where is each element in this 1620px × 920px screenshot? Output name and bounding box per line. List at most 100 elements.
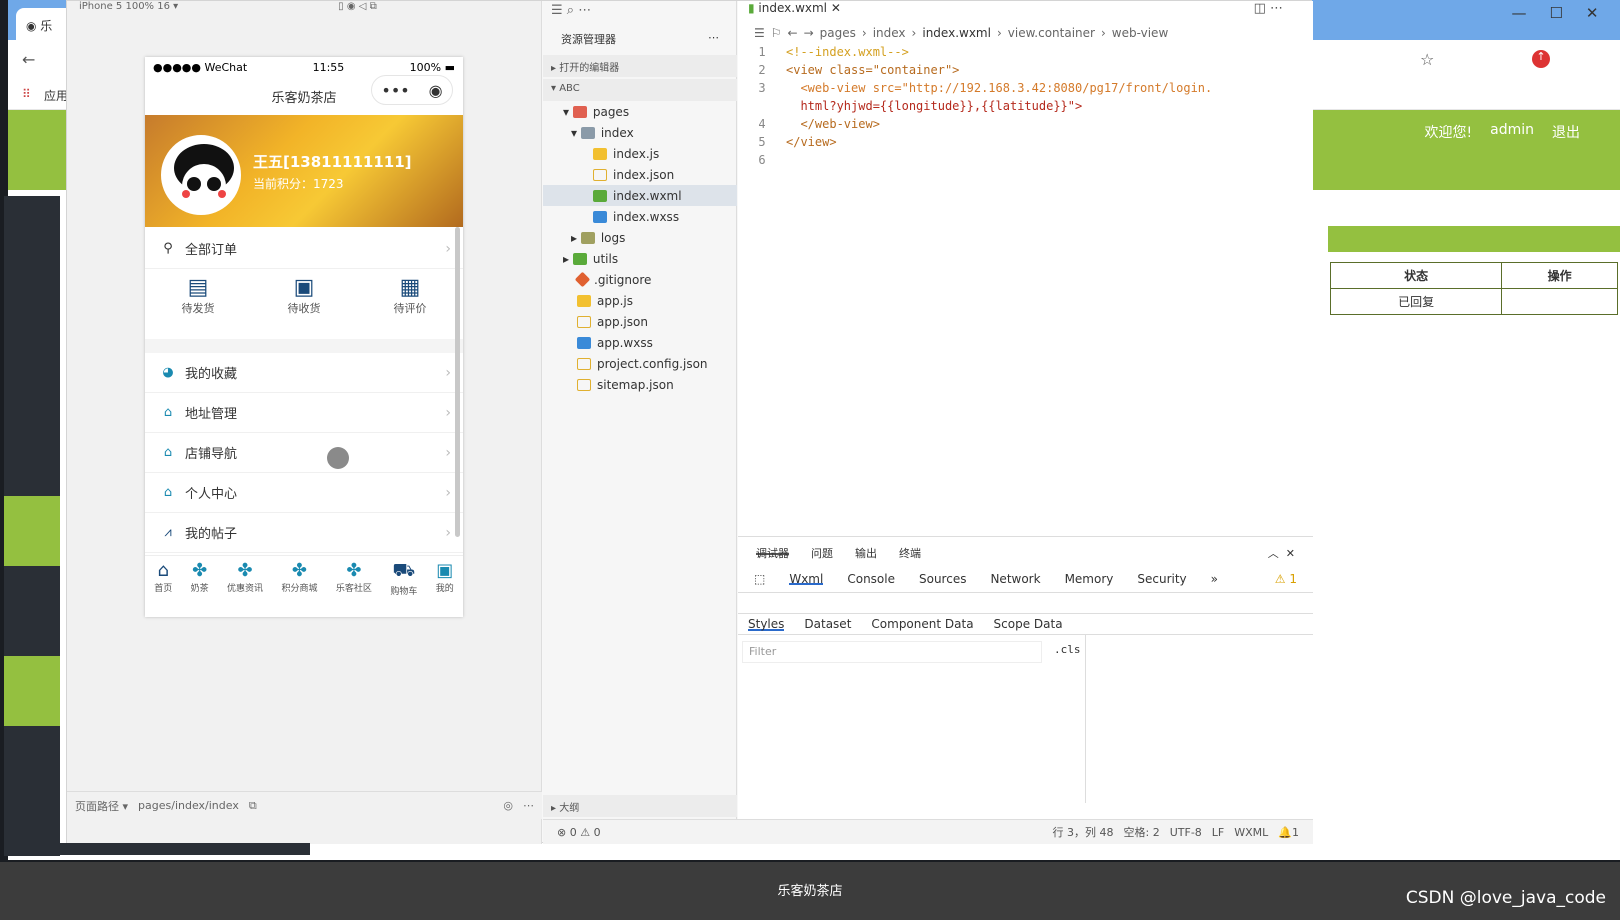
line-ending[interactable]: LF xyxy=(1212,826,1224,839)
tree-pages[interactable]: ▾ pages xyxy=(543,101,737,122)
close-target-icon[interactable]: ◉ xyxy=(429,81,443,100)
tree-sitemap[interactable]: sitemap.json xyxy=(543,374,737,395)
tree-index-wxml[interactable]: index.wxml xyxy=(543,185,737,206)
cls-toggle[interactable]: .cls xyxy=(1054,643,1081,656)
more-tabs-icon[interactable]: » xyxy=(1211,572,1218,586)
order-pending-receive[interactable]: ▣ 待收货 xyxy=(264,275,344,335)
all-orders-row[interactable]: ⚲ 全部订单 › xyxy=(145,229,463,269)
tab-community[interactable]: ✤ 乐客社区 xyxy=(336,560,372,617)
tab-debugger[interactable]: 调试器 xyxy=(756,545,789,560)
eye-icon[interactable]: ◎ xyxy=(503,799,513,812)
logout-link[interactable]: 退出 xyxy=(1552,122,1580,142)
more-icon[interactable]: ••• xyxy=(381,81,409,100)
menu-profile[interactable]: ⌂ 个人中心 › xyxy=(145,473,463,513)
editor-tab[interactable]: ▮ index.wxml ✕ xyxy=(738,1,858,19)
crumb[interactable]: web-view xyxy=(1112,26,1168,40)
code-line[interactable]: 2 <view class="container"> xyxy=(738,63,1313,81)
tree-project-config[interactable]: project.config.json xyxy=(543,353,737,374)
tree-app-json[interactable]: app.json xyxy=(543,311,737,332)
code-line[interactable]: html?yhjwd={{longitude}},{{latitude}}"> xyxy=(738,99,1313,117)
warning-badge[interactable]: ⚠ 1 xyxy=(1275,572,1297,586)
code-line[interactable]: 3 <web-view src="http://192.168.3.42:808… xyxy=(738,81,1313,99)
split-editor-icon[interactable]: ◫ ⋯ xyxy=(1254,1,1283,16)
bookmark-icon[interactable]: ⚐ xyxy=(771,26,782,40)
language-mode[interactable]: WXML xyxy=(1234,826,1268,839)
styles-filter-input[interactable]: Filter xyxy=(742,641,1042,663)
tab-dataset[interactable]: Dataset xyxy=(804,617,851,631)
tab-points-mall[interactable]: ✤ 积分商城 xyxy=(281,560,317,617)
menu-favorites[interactable]: ◕ 我的收藏 › xyxy=(145,353,463,393)
copy-icon[interactable]: ⧉ xyxy=(249,799,257,813)
order-pending-review[interactable]: ▦ 待评价 xyxy=(370,275,450,335)
project-section[interactable]: ▾ ABC xyxy=(543,79,737,101)
device-select[interactable]: iPhone 5 100% 16 ▾ xyxy=(79,1,178,15)
menu-posts[interactable]: ⩘ 我的帖子 › xyxy=(145,513,463,553)
page-path-label[interactable]: 页面路径 ▾ xyxy=(75,798,128,814)
crumb[interactable]: index xyxy=(873,26,906,40)
crumb[interactable]: view.container xyxy=(1008,26,1095,40)
encoding[interactable]: UTF-8 xyxy=(1170,826,1202,839)
menu-store-nav[interactable]: ⌂ 店铺导航 › xyxy=(145,433,463,473)
tab-deals[interactable]: ✤ 优惠资讯 xyxy=(227,560,263,617)
bookmark-apps[interactable]: 应用 xyxy=(44,87,68,104)
close-icon[interactable]: ✕ xyxy=(1586,4,1599,32)
more-icon[interactable]: ⋯ xyxy=(708,31,719,45)
code-line[interactable]: 5 </view> xyxy=(738,135,1313,153)
tree-app-wxss[interactable]: app.wxss xyxy=(543,332,737,353)
update-icon[interactable]: ↑ xyxy=(1532,50,1550,68)
tab-memory[interactable]: Memory xyxy=(1065,572,1114,586)
explorer-toolbar[interactable]: ☰ ⌕ ⋯ xyxy=(551,3,591,18)
tab-cart[interactable]: ⛟ 购物车 xyxy=(390,560,417,617)
tree-index-json[interactable]: index.json xyxy=(543,164,737,185)
back-icon[interactable]: ← xyxy=(22,50,35,69)
collapse-icon[interactable]: ︿ ✕ xyxy=(1268,545,1295,560)
open-editors-section[interactable]: ▸ 打开的编辑器 xyxy=(543,55,737,77)
back-icon[interactable]: ← xyxy=(788,26,798,40)
tree-utils[interactable]: ▸ utils xyxy=(543,248,737,269)
apps-grid-icon[interactable]: ⠿ xyxy=(22,87,31,101)
tab-console[interactable]: Console xyxy=(847,572,895,586)
tab-component-data[interactable]: Component Data xyxy=(871,617,973,631)
crumb[interactable]: index.wxml xyxy=(922,26,991,40)
menu-address[interactable]: ⌂ 地址管理 › xyxy=(145,393,463,433)
tab-scope-data[interactable]: Scope Data xyxy=(994,617,1063,631)
tree-logs[interactable]: ▸ logs xyxy=(543,227,737,248)
scrollbar[interactable] xyxy=(455,227,460,537)
code-line[interactable]: 6 xyxy=(738,153,1313,171)
toolbar-icons[interactable]: ▯ ◉ ◁ ⧉ xyxy=(338,1,377,15)
indent-setting[interactable]: 空格: 2 xyxy=(1124,824,1160,840)
tab-network[interactable]: Network xyxy=(990,572,1040,586)
bell-icon[interactable]: 🔔1 xyxy=(1278,826,1299,839)
tab-terminal[interactable]: 终端 xyxy=(899,545,921,560)
code-line[interactable]: 1 <!--index.wxml--> xyxy=(738,45,1313,63)
avatar[interactable] xyxy=(161,135,241,215)
tab-home[interactable]: ⌂ 首页 xyxy=(154,560,172,617)
cursor-position[interactable]: 行 3，列 48 xyxy=(1053,824,1114,840)
tab-wxml[interactable]: Wxml xyxy=(789,572,824,586)
tree-index-wxss[interactable]: index.wxss xyxy=(543,206,737,227)
tab-milktea[interactable]: ✤ 奶茶 xyxy=(191,560,209,617)
minimize-icon[interactable]: — xyxy=(1511,4,1526,32)
list-icon[interactable]: ☰ xyxy=(754,26,765,40)
tab-mine[interactable]: ▣ 我的 xyxy=(436,560,454,617)
close-icon[interactable]: ✕ xyxy=(831,1,841,15)
tree-gitignore[interactable]: .gitignore xyxy=(543,269,737,290)
star-icon[interactable]: ☆ xyxy=(1420,50,1434,69)
tab-security[interactable]: Security xyxy=(1137,572,1186,586)
tree-index-js[interactable]: index.js xyxy=(543,143,737,164)
inspect-icon[interactable]: ⬚ xyxy=(754,572,765,586)
order-pending-ship[interactable]: ▤ 待发货 xyxy=(158,275,238,335)
maximize-icon[interactable]: ☐ xyxy=(1549,4,1562,32)
code-line[interactable]: 4 </web-view> xyxy=(738,117,1313,135)
crumb[interactable]: pages xyxy=(820,26,856,40)
more-icon[interactable]: ⋯ xyxy=(523,799,534,812)
forward-icon[interactable]: → xyxy=(804,26,814,40)
outline-section[interactable]: ▸ 大纲 xyxy=(543,795,737,817)
tab-output[interactable]: 输出 xyxy=(855,545,877,560)
tree-app-js[interactable]: app.js xyxy=(543,290,737,311)
tab-styles[interactable]: Styles xyxy=(748,617,785,631)
username-link[interactable]: admin xyxy=(1490,122,1534,142)
tab-sources[interactable]: Sources xyxy=(919,572,966,586)
tab-problems[interactable]: 问题 xyxy=(811,545,833,560)
capsule-menu[interactable]: ••• ◉ xyxy=(371,75,453,105)
